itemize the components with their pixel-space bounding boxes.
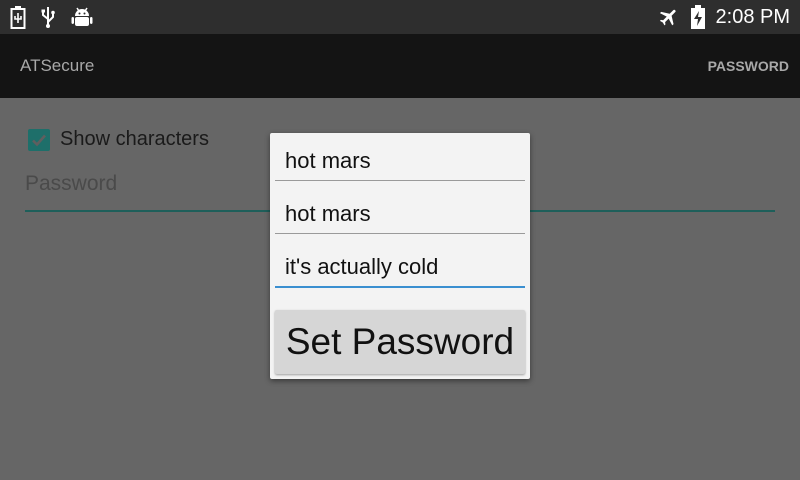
- airplane-mode-icon: [659, 9, 676, 26]
- status-bar: 2:08 PM: [0, 0, 800, 34]
- status-left-icons: [10, 5, 94, 29]
- status-right-icons: 2:08 PM: [658, 4, 790, 30]
- hint-input-value: it's actually cold: [285, 254, 439, 279]
- set-password-dialog: hot mars hot mars it's actually cold Set…: [270, 133, 530, 379]
- hint-input[interactable]: it's actually cold: [275, 244, 525, 288]
- android-debug-icon: [71, 7, 93, 26]
- password-placeholder: Password: [25, 172, 118, 195]
- show-characters-label: Show characters: [60, 128, 209, 150]
- password-input-1[interactable]: hot mars: [275, 138, 525, 181]
- checkmark-icon: [32, 134, 46, 146]
- password-input-2[interactable]: hot mars: [275, 191, 525, 234]
- show-characters-checkbox[interactable]: [28, 128, 50, 151]
- password-menu-item[interactable]: PASSWORD: [708, 34, 789, 98]
- show-characters-row[interactable]: Show characters: [28, 128, 209, 151]
- password-input-2-value: hot mars: [285, 201, 371, 226]
- set-password-button[interactable]: Set Password: [275, 310, 525, 374]
- password-input-1-value: hot mars: [285, 148, 371, 173]
- battery-icon: [10, 6, 26, 29]
- action-bar: ATSecure PASSWORD: [0, 34, 800, 98]
- status-time: 2:08 PM: [715, 6, 790, 28]
- usb-icon: [41, 7, 55, 28]
- battery-charging-icon: [690, 5, 705, 29]
- app-title: ATSecure: [20, 56, 95, 75]
